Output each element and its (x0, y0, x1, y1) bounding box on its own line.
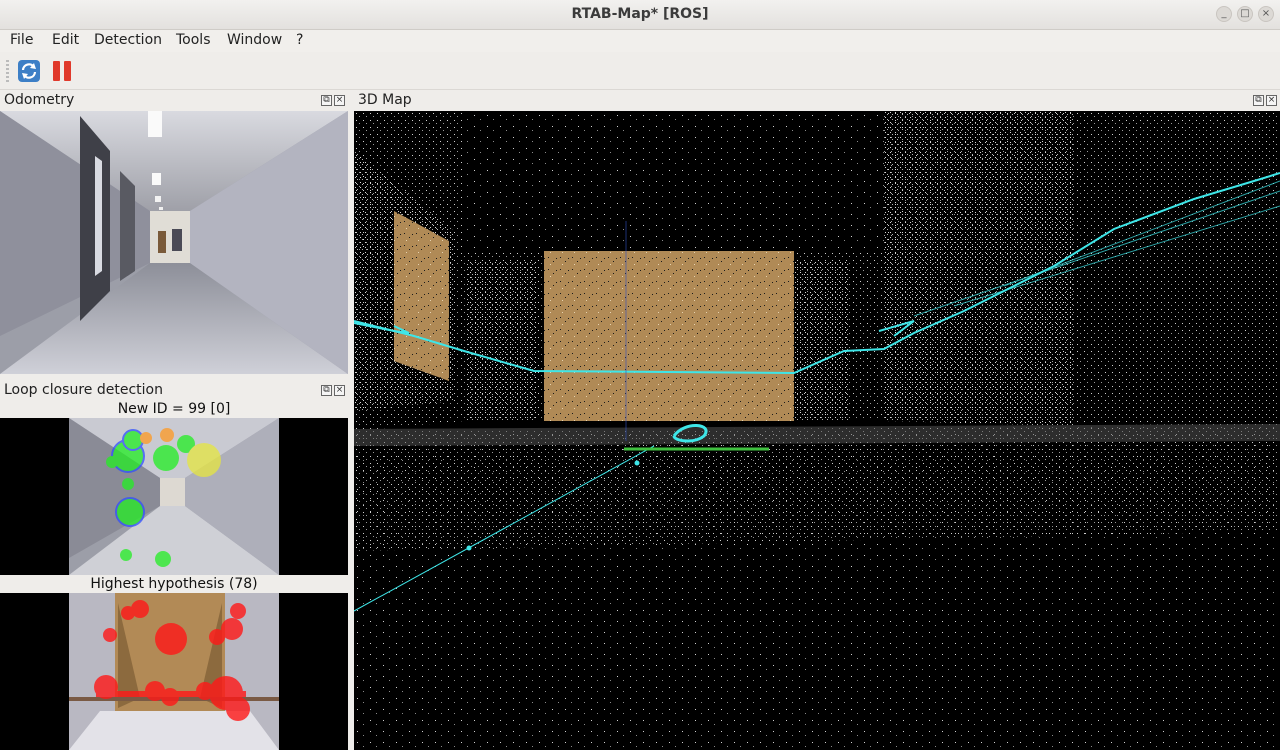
new-id-caption: New ID = 99 [0] (117, 401, 231, 417)
map3d-dock-title[interactable]: 3D Map ⧉ × (354, 91, 1280, 111)
odometry-camera-view[interactable] (0, 111, 348, 374)
loop-closure-close-button[interactable]: × (334, 385, 345, 396)
menu-edit[interactable]: Edit (52, 32, 79, 48)
refresh-button[interactable] (16, 58, 42, 84)
new-image (69, 418, 279, 575)
odometry-title: Odometry (4, 92, 75, 108)
map3d-viewport[interactable] (354, 111, 1280, 750)
minimize-button[interactable]: _ (1216, 6, 1232, 22)
map3d-title: 3D Map (358, 92, 412, 108)
menu-file[interactable]: File (10, 32, 33, 48)
hypothesis-image (69, 593, 279, 750)
menubar: File Edit Detection Tools Window ? (0, 30, 1280, 52)
map3d-float-button[interactable]: ⧉ (1253, 95, 1264, 106)
odometry-float-button[interactable]: ⧉ (321, 95, 332, 106)
toolbar (0, 52, 1280, 90)
map3d-close-button[interactable]: × (1266, 95, 1277, 106)
refresh-icon (18, 60, 40, 82)
pause-button[interactable] (49, 58, 75, 84)
pause-icon (53, 61, 71, 81)
hypothesis-image-view[interactable] (0, 593, 348, 750)
loop-closure-title: Loop closure detection (4, 382, 163, 398)
map3d-point-cloud (354, 111, 1280, 750)
odometry-dock-title[interactable]: Odometry ⧉ × (0, 91, 350, 111)
toolbar-grip[interactable] (6, 60, 9, 82)
menu-tools[interactable]: Tools (176, 32, 211, 48)
close-button[interactable]: × (1258, 6, 1274, 22)
loop-closure-dock-title[interactable]: Loop closure detection ⧉ × (0, 381, 350, 401)
odometry-close-button[interactable]: × (334, 95, 345, 106)
odometry-image (0, 111, 348, 374)
window-titlebar[interactable]: RTAB-Map* [ROS] _ □ × (0, 0, 1280, 30)
hypothesis-caption: Highest hypothesis (78) (90, 576, 258, 592)
menu-window[interactable]: Window (227, 32, 282, 48)
menu-help[interactable]: ? (296, 32, 303, 48)
new-image-view[interactable] (0, 418, 348, 575)
menu-detection[interactable]: Detection (94, 32, 162, 48)
maximize-button[interactable]: □ (1237, 6, 1253, 22)
loop-closure-float-button[interactable]: ⧉ (321, 385, 332, 396)
window-title: RTAB-Map* [ROS] (571, 6, 709, 22)
